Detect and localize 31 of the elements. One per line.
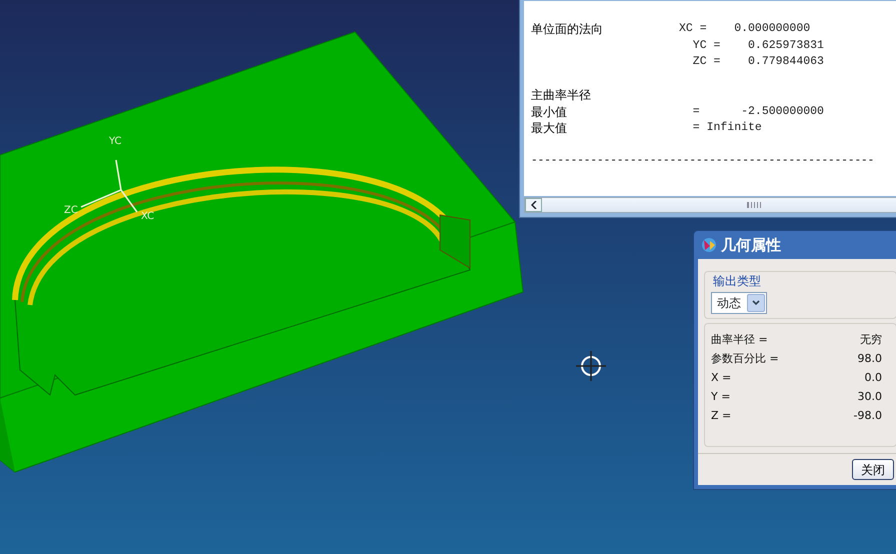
info-value: = Infinite bbox=[692, 120, 762, 136]
property-value: 无穷 bbox=[860, 332, 883, 348]
property-value: 0.0 bbox=[864, 370, 883, 386]
property-label: X = bbox=[711, 370, 732, 386]
output-type-dropdown[interactable]: 动态 bbox=[711, 292, 767, 314]
axis-label: YC bbox=[109, 136, 122, 147]
property-label: Z = bbox=[711, 408, 732, 424]
info-value: XC = 0.000000000 bbox=[679, 21, 810, 37]
property-value: 98.0 bbox=[858, 351, 883, 367]
info-label: 单位面的法向 bbox=[531, 21, 604, 38]
info-label: 最小值 bbox=[531, 104, 568, 120]
axis-label: ZC bbox=[64, 205, 78, 216]
group-legend: 输出类型 bbox=[711, 272, 763, 290]
info-value: ZC = 0.779844063 bbox=[692, 54, 824, 70]
info-label: 最大值 bbox=[531, 120, 568, 136]
horizontal-scrollbar[interactable] bbox=[524, 197, 896, 213]
dialog-title: 几何属性 bbox=[721, 234, 781, 256]
chevron-down-icon[interactable] bbox=[747, 294, 765, 312]
axis-label: XC bbox=[141, 211, 154, 222]
property-value: 30.0 bbox=[858, 389, 883, 405]
app-logo-icon bbox=[701, 237, 717, 253]
separator-text: ---------------------------------------------------- bbox=[531, 154, 874, 169]
info-value: = -2.500000000 bbox=[692, 104, 824, 120]
property-label: 参数百分比 = bbox=[711, 351, 779, 367]
crosshair-cursor-icon bbox=[575, 350, 607, 382]
info-label: 主曲率半径 bbox=[531, 87, 592, 104]
property-label: Y = bbox=[711, 389, 730, 405]
property-value: -98.0 bbox=[854, 408, 883, 424]
info-value: YC = 0.625973831 bbox=[692, 38, 824, 54]
property-label: 曲率半径 = bbox=[711, 332, 768, 348]
close-button[interactable]: 关闭 bbox=[852, 459, 894, 480]
